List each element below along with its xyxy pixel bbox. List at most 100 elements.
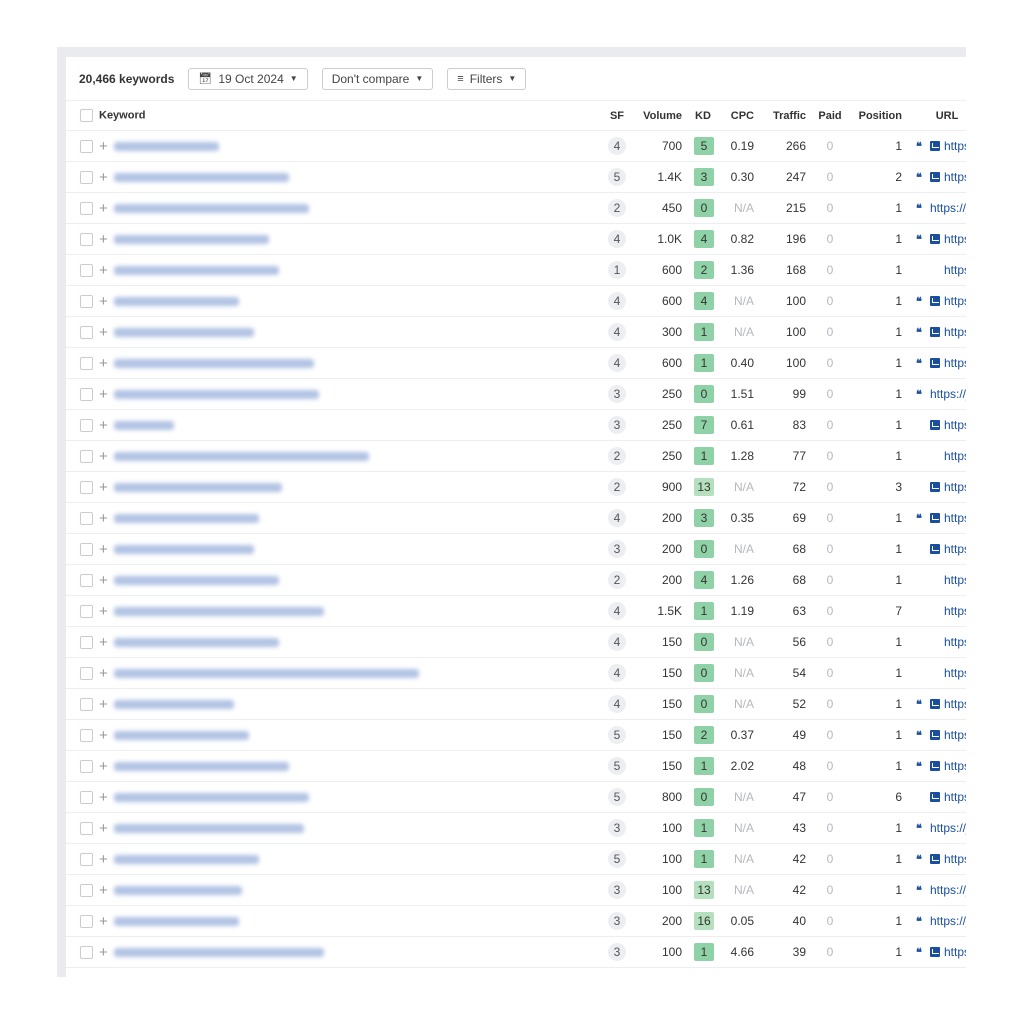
keyword-link[interactable] [113,482,282,492]
url-link[interactable]: https://j [930,387,966,401]
url-link[interactable]: https://j [944,449,966,463]
row-checkbox[interactable] [80,666,93,680]
keyword-link[interactable] [113,823,304,833]
sf-badge[interactable]: 3 [608,819,626,837]
row-checkbox[interactable] [80,387,93,401]
header-cpc[interactable]: CPC [718,101,760,131]
sf-badge[interactable]: 4 [608,292,626,310]
sf-badge[interactable]: 3 [608,943,626,961]
sf-badge[interactable]: 4 [608,230,626,248]
compare-dropdown[interactable]: Don't compare ▼ [321,67,434,90]
sf-badge[interactable]: 4 [608,602,626,620]
keyword-link[interactable] [113,327,254,337]
keyword-link[interactable] [113,854,259,864]
date-picker-button[interactable]: 📅︎ 19 Oct 2024 ▼ [188,67,308,90]
sf-badge[interactable]: 3 [608,912,626,930]
keyword-link[interactable] [113,606,324,616]
url-link[interactable]: https [944,697,966,711]
add-keyword-icon[interactable]: + [99,138,108,155]
url-link[interactable]: https [944,480,966,494]
sf-badge[interactable]: 3 [608,416,626,434]
url-link[interactable]: https [944,511,966,525]
row-checkbox[interactable] [80,790,93,804]
add-keyword-icon[interactable]: + [99,293,108,310]
add-keyword-icon[interactable]: + [99,851,108,868]
sf-badge[interactable]: 2 [608,199,626,217]
sf-badge[interactable]: 3 [608,385,626,403]
url-link[interactable]: https [944,852,966,866]
url-link[interactable]: https://j [930,883,966,897]
url-link[interactable]: https [944,325,966,339]
url-link[interactable]: https [944,542,966,556]
row-checkbox[interactable] [80,139,93,153]
row-checkbox[interactable] [80,728,93,742]
url-link[interactable]: https://j [944,573,966,587]
row-checkbox[interactable] [80,356,93,370]
keyword-link[interactable] [113,730,249,740]
row-checkbox[interactable] [80,325,93,339]
add-keyword-icon[interactable]: + [99,417,108,434]
keyword-link[interactable] [113,513,259,523]
keyword-link[interactable] [113,172,289,182]
sf-badge[interactable]: 4 [608,137,626,155]
add-keyword-icon[interactable]: + [99,262,108,279]
add-keyword-icon[interactable]: + [99,572,108,589]
add-keyword-icon[interactable]: + [99,696,108,713]
row-checkbox[interactable] [80,945,93,959]
keyword-link[interactable] [113,761,289,771]
url-link[interactable]: https [944,232,966,246]
sf-badge[interactable]: 2 [608,447,626,465]
add-keyword-icon[interactable]: + [99,603,108,620]
url-link[interactable]: https://j [944,666,966,680]
keyword-link[interactable] [113,575,279,585]
keyword-link[interactable] [113,637,279,647]
sf-badge[interactable]: 4 [608,354,626,372]
add-keyword-icon[interactable]: + [99,789,108,806]
keyword-link[interactable] [113,141,219,151]
sf-badge[interactable]: 4 [608,633,626,651]
header-kd[interactable]: KD [688,101,718,131]
add-keyword-icon[interactable]: + [99,634,108,651]
sf-badge[interactable]: 2 [608,478,626,496]
keyword-link[interactable] [113,265,279,275]
select-all-checkbox[interactable] [80,109,93,122]
sf-badge[interactable]: 5 [608,726,626,744]
add-keyword-icon[interactable]: + [99,758,108,775]
add-keyword-icon[interactable]: + [99,479,108,496]
add-keyword-icon[interactable]: + [99,665,108,682]
sf-badge[interactable]: 4 [608,664,626,682]
url-link[interactable]: https [944,945,966,959]
header-position[interactable]: Position [848,101,908,131]
header-traffic[interactable]: Traffic [760,101,812,131]
keyword-link[interactable] [113,885,242,895]
keyword-link[interactable] [113,699,234,709]
row-checkbox[interactable] [80,604,93,618]
url-link[interactable]: https://j [930,201,966,215]
filters-button[interactable]: ≡ Filters ▼ [447,67,527,90]
row-checkbox[interactable] [80,449,93,463]
header-paid[interactable]: Paid [812,101,848,131]
add-keyword-icon[interactable]: + [99,944,108,961]
keyword-link[interactable] [113,947,324,957]
row-checkbox[interactable] [80,759,93,773]
sf-badge[interactable]: 4 [608,695,626,713]
url-link[interactable]: https [944,294,966,308]
add-keyword-icon[interactable]: + [99,386,108,403]
keyword-link[interactable] [113,668,419,678]
sf-badge[interactable]: 3 [608,881,626,899]
add-keyword-icon[interactable]: + [99,448,108,465]
header-keyword[interactable]: Keyword [66,101,602,131]
header-sf[interactable]: SF [602,101,632,131]
sf-badge[interactable]: 5 [608,850,626,868]
keyword-link[interactable] [113,544,254,554]
add-keyword-icon[interactable]: + [99,882,108,899]
add-keyword-icon[interactable]: + [99,913,108,930]
url-link[interactable]: https://j [944,263,966,277]
keyword-link[interactable] [113,389,319,399]
url-link[interactable]: https [944,356,966,370]
url-link[interactable]: https [944,418,966,432]
row-checkbox[interactable] [80,294,93,308]
sf-badge[interactable]: 4 [608,323,626,341]
sf-badge[interactable]: 3 [608,540,626,558]
row-checkbox[interactable] [80,232,93,246]
